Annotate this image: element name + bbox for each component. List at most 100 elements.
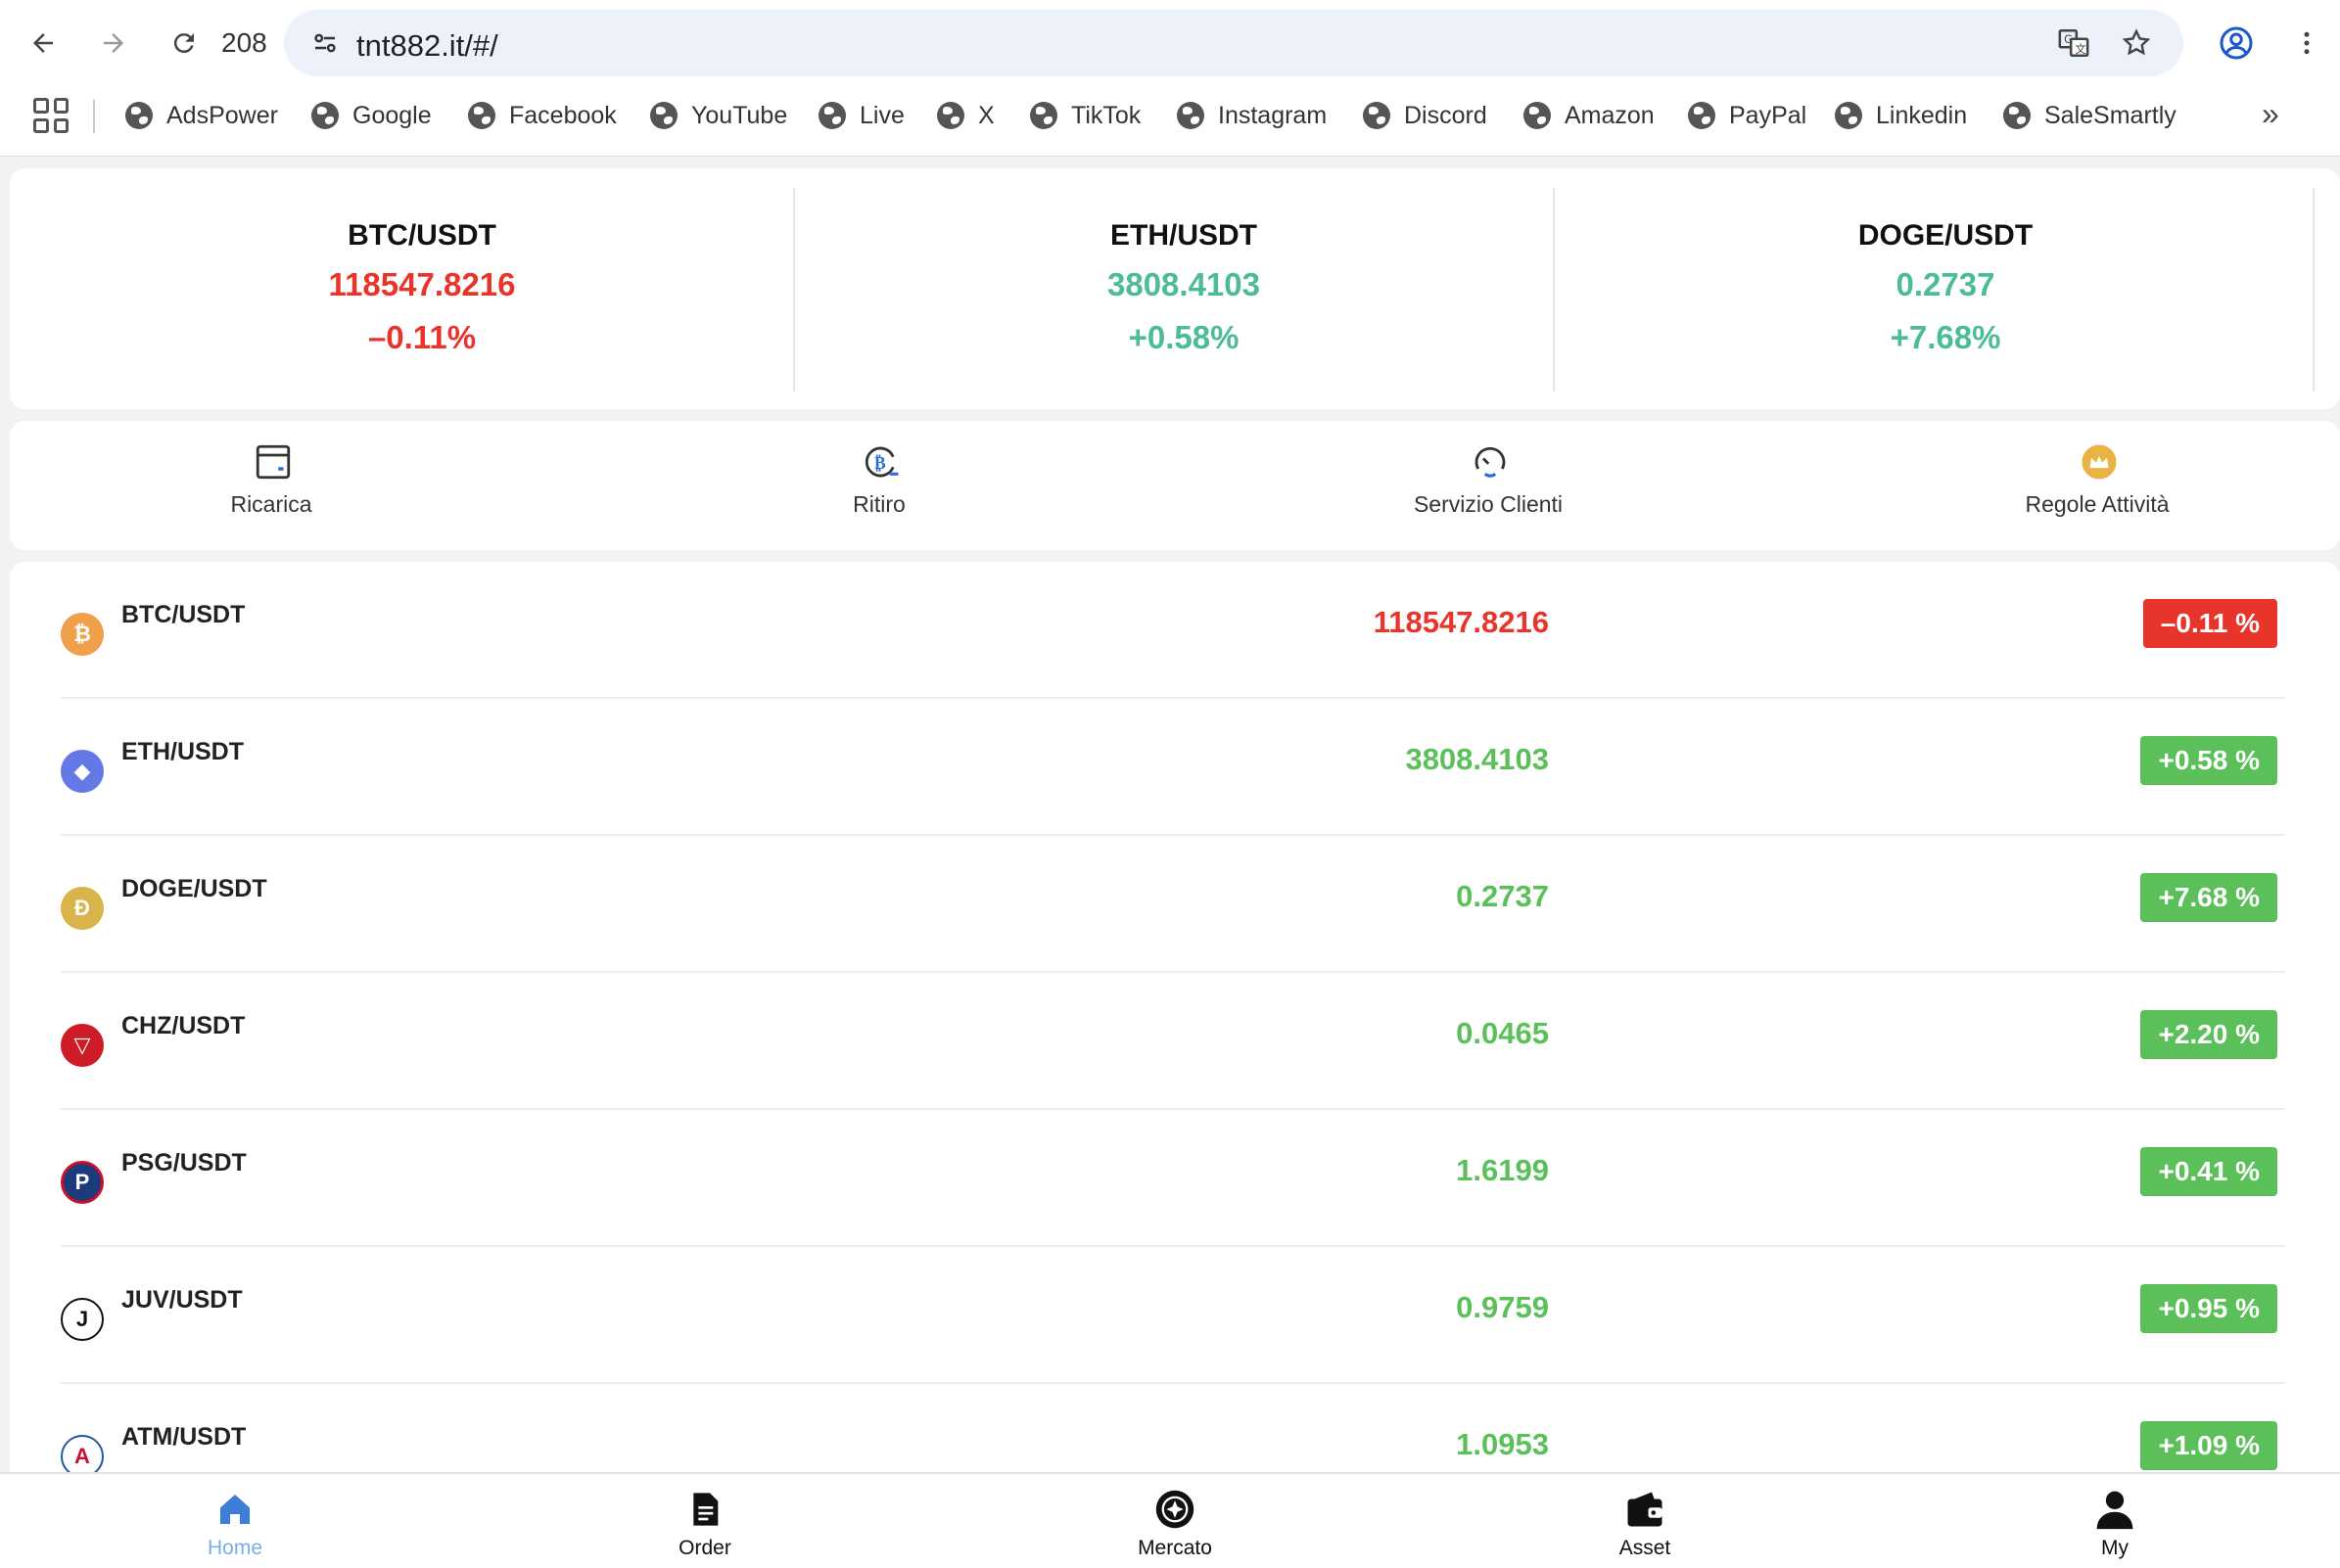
ticker-symbol: ETH/USDT — [1110, 219, 1257, 252]
apps-grid-icon[interactable] — [33, 98, 69, 133]
bookmarks-overflow-button[interactable]: » — [2262, 96, 2279, 132]
bookmark-paypal[interactable]: PayPal — [1688, 96, 1806, 135]
market-symbol: ATM/USDT — [121, 1423, 247, 1451]
bookmark-x[interactable]: X — [937, 96, 995, 135]
globe-icon — [2003, 102, 2031, 129]
bookmark-adspower[interactable]: AdsPower — [125, 96, 278, 135]
bookmark-facebook[interactable]: Facebook — [468, 96, 617, 135]
bookmark-instagram[interactable]: Instagram — [1177, 96, 1327, 135]
globe-icon — [937, 102, 964, 129]
market-row-btc[interactable]: ₿ BTC/USDT 118547.8216 –0.11 % — [61, 562, 2285, 699]
ethereum-icon: ◆ — [61, 750, 104, 793]
bookmark-google[interactable]: Google — [311, 96, 432, 135]
url-text[interactable]: tnt882.it/#/ — [356, 28, 498, 64]
tab-my[interactable]: My — [2017, 1484, 2213, 1566]
tab-order[interactable]: Order — [607, 1484, 803, 1566]
divider — [1553, 188, 1555, 392]
market-coin-icon — [1153, 1488, 1196, 1531]
action-label: Servizio Clienti — [1413, 491, 1564, 517]
document-icon — [683, 1488, 726, 1531]
bookmark-linkedin[interactable]: Linkedin — [1835, 96, 1967, 135]
bookmark-youtube[interactable]: YouTube — [650, 96, 787, 135]
market-row-juv[interactable]: J JUV/USDT 0.9759 +0.95 % — [61, 1247, 2285, 1384]
change-badge: +0.58 % — [2140, 736, 2277, 785]
forward-button[interactable] — [90, 20, 137, 67]
wallet-card-icon — [252, 440, 295, 484]
action-label: Ritiro — [853, 491, 906, 517]
change-badge: +0.41 % — [2140, 1147, 2277, 1196]
market-row-psg[interactable]: P PSG/USDT 1.6199 +0.41 % — [61, 1110, 2285, 1247]
kebab-menu-icon — [2304, 31, 2310, 55]
market-row-doge[interactable]: Ð DOGE/USDT 0.2737 +7.68 % — [61, 836, 2285, 973]
psg-icon: P — [61, 1161, 104, 1204]
action-label: Ricarica — [230, 491, 312, 517]
globe-icon — [1835, 102, 1862, 129]
ticker-price: 118547.8216 — [328, 266, 516, 302]
market-price: 0.9759 — [1456, 1290, 1549, 1324]
change-badge: +2.20 % — [2140, 1010, 2277, 1059]
market-symbol: CHZ/USDT — [121, 1012, 246, 1039]
action-ritiro[interactable]: ₿ Ritiro — [752, 440, 1006, 534]
profile-icon — [2220, 26, 2253, 60]
bottom-navigation: Home Order Mercato Asset My — [0, 1472, 2340, 1568]
address-bar[interactable]: tnt882.it/#/ G文 — [284, 10, 2183, 76]
reload-icon — [173, 33, 194, 54]
juventus-icon: J — [61, 1298, 104, 1341]
bookmark-live[interactable]: Live — [819, 96, 905, 135]
market-symbol: BTC/USDT — [121, 601, 246, 628]
ticker-btc[interactable]: BTC/USDT 118547.8216 –0.11% — [41, 188, 803, 390]
globe-icon — [311, 102, 339, 129]
market-symbol: PSG/USDT — [121, 1149, 247, 1176]
bookmark-star-icon[interactable] — [2117, 23, 2156, 63]
market-price: 0.2737 — [1456, 879, 1549, 913]
tab-home[interactable]: Home — [137, 1484, 333, 1566]
globe-icon — [650, 102, 678, 129]
translate-icon[interactable]: G文 — [2054, 23, 2093, 63]
back-button[interactable] — [20, 20, 67, 67]
tab-label: Mercato — [1138, 1537, 1212, 1559]
market-price: 1.0953 — [1456, 1427, 1549, 1461]
market-symbol: DOGE/USDT — [121, 875, 267, 902]
ticker-eth[interactable]: ETH/USDT 3808.4103 +0.58% — [803, 188, 1565, 390]
ticker-doge[interactable]: DOGE/USDT 0.2737 +7.68% — [1565, 188, 2326, 390]
bookmarks-separator — [93, 100, 95, 133]
ticker-symbol: DOGE/USDT — [1857, 219, 2034, 252]
ticker-change: –0.11% — [367, 319, 477, 355]
market-price: 3808.4103 — [1405, 742, 1549, 776]
crown-icon — [2078, 440, 2121, 484]
action-ricarica[interactable]: Ricarica — [144, 440, 398, 534]
tab-mercato[interactable]: Mercato — [1077, 1484, 1273, 1566]
reload-button[interactable] — [161, 20, 208, 67]
ticker-change: +7.68% — [1890, 319, 2001, 355]
wallet-icon — [1623, 1488, 1666, 1531]
bookmark-salesmartly[interactable]: SaleSmartly — [2003, 96, 2176, 135]
action-regole-attivita[interactable]: Regole Attività — [1970, 440, 2224, 534]
customer-service-icon — [1469, 440, 1512, 484]
svg-text:G: G — [2064, 32, 2073, 46]
tab-asset[interactable]: Asset — [1547, 1484, 1743, 1566]
market-symbol: ETH/USDT — [121, 738, 244, 765]
tab-label: Asset — [1618, 1537, 1671, 1559]
bookmark-amazon[interactable]: Amazon — [1523, 96, 1655, 135]
arrow-right-icon — [104, 33, 123, 53]
globe-icon — [1688, 102, 1715, 129]
globe-icon — [1177, 102, 1204, 129]
market-row-eth[interactable]: ◆ ETH/USDT 3808.4103 +0.58 % — [61, 699, 2285, 836]
svg-text:₿: ₿ — [874, 454, 886, 474]
user-icon — [2093, 1488, 2136, 1531]
action-servizio-clienti[interactable]: Servizio Clienti — [1361, 440, 1615, 534]
chiliz-icon: ▽ — [61, 1024, 104, 1067]
tab-label: Order — [679, 1537, 731, 1559]
profile-button[interactable] — [2213, 20, 2260, 67]
menu-button[interactable] — [2283, 20, 2330, 67]
site-settings-icon[interactable] — [305, 23, 345, 63]
bookmark-tiktok[interactable]: TikTok — [1030, 96, 1141, 135]
globe-icon — [125, 102, 153, 129]
market-row-chz[interactable]: ▽ CHZ/USDT 0.0465 +2.20 % — [61, 973, 2285, 1110]
bitcoin-icon: ₿ — [61, 613, 104, 656]
bookmark-discord[interactable]: Discord — [1363, 96, 1487, 135]
dogecoin-icon: Ð — [61, 887, 104, 930]
browser-toolbar: 208 tnt882.it/#/ G文 — [0, 0, 2340, 86]
change-badge: –0.11 % — [2142, 599, 2277, 648]
globe-icon — [1363, 102, 1390, 129]
